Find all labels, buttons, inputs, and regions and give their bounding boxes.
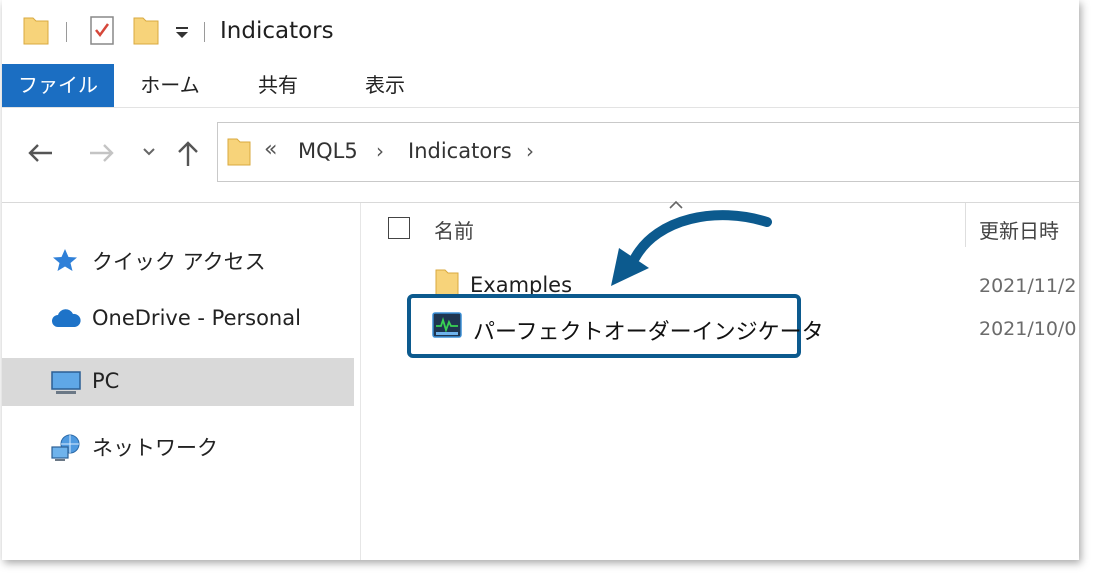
toolbar-divider <box>204 22 205 42</box>
tab-view[interactable]: 表示 <box>342 64 428 107</box>
callout-arrow-icon <box>611 210 772 286</box>
navigation-bar: « MQL5 › Indicators › <box>2 108 1079 203</box>
column-header-name[interactable]: 名前 <box>434 215 474 244</box>
folder-icon <box>435 269 459 296</box>
properties-icon[interactable] <box>88 14 116 46</box>
title-bar: Indicators <box>2 0 1079 64</box>
explorer-window: Indicators ファイル ホーム 共有 表示 « MQL5 › Indic… <box>2 0 1079 560</box>
ribbon-tabs: ファイル ホーム 共有 表示 <box>2 64 1079 108</box>
column-divider[interactable] <box>965 203 966 247</box>
monitor-icon <box>51 371 81 394</box>
sidebar-item-onedrive[interactable]: OneDrive - Personal <box>2 295 354 343</box>
modified-date: 2021/10/0 <box>979 318 1077 340</box>
sidebar-item-label: OneDrive - Personal <box>92 306 301 330</box>
indicator-file-icon <box>432 312 462 338</box>
star-icon <box>53 249 77 271</box>
column-header-date[interactable]: 更新日時 <box>979 215 1059 244</box>
address-bar[interactable]: « MQL5 › Indicators › <box>217 122 1079 182</box>
window-title: Indicators <box>220 18 334 44</box>
navigation-pane: クイック アクセス OneDrive - Personal PC ネットワーク <box>2 203 361 560</box>
sidebar-item-pc[interactable]: PC <box>2 358 354 406</box>
toolbar-divider <box>66 22 67 42</box>
breadcrumb-overflow-icon[interactable]: « <box>264 137 277 162</box>
breadcrumb-separator[interactable]: › <box>526 139 534 163</box>
tab-file[interactable]: ファイル <box>2 64 114 107</box>
new-folder-icon[interactable] <box>132 14 160 46</box>
file-name: パーフェクトオーダーインジケータ <box>473 320 824 345</box>
folder-icon <box>227 138 251 166</box>
forward-arrow-icon[interactable] <box>88 142 116 164</box>
breadcrumb-separator[interactable]: › <box>376 139 384 163</box>
sidebar-item-label: ネットワーク <box>92 436 218 460</box>
customize-toolbar-dropdown-icon[interactable] <box>174 26 190 40</box>
highlighted-list-item[interactable]: パーフェクトオーダーインジケータ <box>407 294 824 358</box>
breadcrumb-mql5[interactable]: MQL5 <box>298 139 358 163</box>
select-all-checkbox[interactable] <box>388 217 410 239</box>
breadcrumb-indicators[interactable]: Indicators <box>408 139 512 163</box>
sidebar-item-label: クイック アクセス <box>92 250 266 274</box>
cloud-icon <box>52 309 81 327</box>
tab-home[interactable]: ホーム <box>124 64 216 107</box>
sidebar-item-quick-access[interactable]: クイック アクセス <box>2 235 354 283</box>
folder-icon[interactable] <box>22 14 50 46</box>
tab-share[interactable]: 共有 <box>238 64 318 107</box>
back-arrow-icon[interactable] <box>26 142 54 164</box>
sidebar-item-label: PC <box>92 369 120 393</box>
up-arrow-icon[interactable] <box>176 140 200 168</box>
network-icon <box>51 434 80 461</box>
modified-date: 2021/11/2 <box>979 275 1077 297</box>
recent-locations-chevron-icon[interactable] <box>141 146 157 158</box>
sidebar-item-network[interactable]: ネットワーク <box>2 421 354 469</box>
